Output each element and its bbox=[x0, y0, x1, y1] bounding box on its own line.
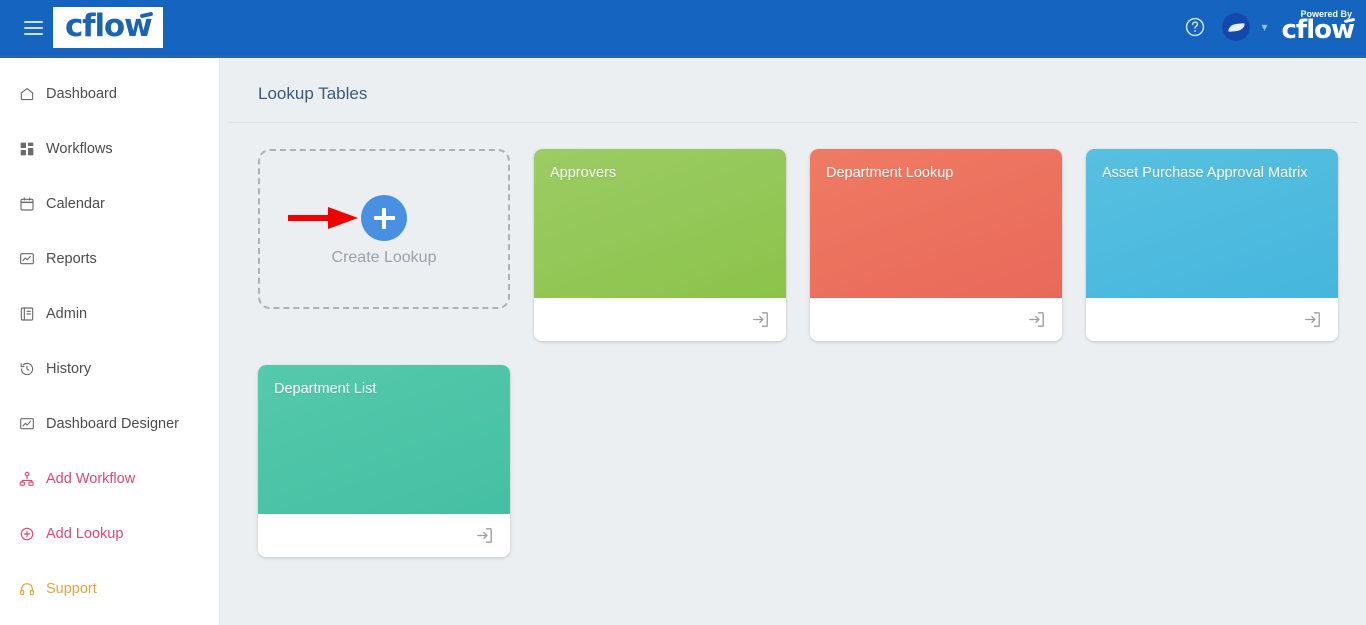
cflow-logo-text: cflow bbox=[65, 8, 153, 44]
help-circle-icon[interactable] bbox=[1178, 10, 1212, 44]
dashboard-designer-icon bbox=[18, 416, 35, 433]
create-lookup-label: Create Lookup bbox=[331, 249, 437, 266]
clock-history-icon bbox=[18, 361, 35, 378]
sidebar-item-label: Workflows bbox=[46, 141, 113, 157]
main-content-area: Lookup Tables Create Lookup Approvers De… bbox=[220, 58, 1366, 625]
sidebar-item-calendar[interactable]: Calendar bbox=[0, 186, 219, 222]
sidebar-item-dashboard-designer[interactable]: Dashboard Designer bbox=[0, 406, 219, 442]
sidebar-item-label: Add Workflow bbox=[46, 471, 136, 487]
open-in-icon[interactable] bbox=[1303, 310, 1322, 329]
lookup-card[interactable]: Department Lookup bbox=[810, 149, 1062, 341]
left-sidebar: Dashboard Workflows Calendar Reports Adm… bbox=[0, 58, 220, 625]
lookup-card-title: Asset Purchase Approval Matrix bbox=[1102, 165, 1308, 181]
top-header-bar: cflow ▾ Powered By cflow bbox=[0, 0, 1366, 58]
sidebar-item-label: Dashboard bbox=[46, 86, 117, 102]
hamburger-bar bbox=[23, 32, 43, 35]
sidebar-item-reports[interactable]: Reports bbox=[0, 241, 219, 277]
grid-squares-icon bbox=[18, 141, 35, 158]
page-title: Lookup Tables bbox=[228, 66, 1358, 123]
lookup-card-footer bbox=[534, 298, 786, 341]
sidebar-item-label: Calendar bbox=[46, 196, 105, 212]
plus-circle-icon[interactable] bbox=[361, 195, 407, 241]
home-icon bbox=[18, 86, 35, 103]
sidebar-item-label: Reports bbox=[46, 251, 97, 267]
hamburger-bar bbox=[23, 20, 43, 23]
lookup-tables-panel: Lookup Tables Create Lookup Approvers De… bbox=[228, 66, 1358, 617]
sidebar-item-admin[interactable]: Admin bbox=[0, 296, 219, 332]
lookup-card-footer bbox=[1086, 298, 1338, 341]
add-workflow-icon bbox=[18, 471, 35, 488]
lookup-card[interactable]: Approvers bbox=[534, 149, 786, 341]
lookup-card-title: Department Lookup bbox=[826, 165, 954, 181]
powered-by-cflow-logo[interactable]: Powered By cflow bbox=[1281, 10, 1358, 44]
sidebar-item-history[interactable]: History bbox=[0, 351, 219, 387]
lookup-card-footer bbox=[810, 298, 1062, 341]
sidebar-item-add-workflow[interactable]: Add Workflow bbox=[0, 461, 219, 497]
red-arrow-annotation bbox=[288, 207, 358, 229]
lookup-card-title: Department List bbox=[274, 381, 377, 397]
create-lookup-tile[interactable]: Create Lookup bbox=[258, 149, 510, 309]
calendar-icon bbox=[18, 196, 35, 213]
lookup-card[interactable]: Asset Purchase Approval Matrix bbox=[1086, 149, 1338, 341]
sidebar-item-dashboard[interactable]: Dashboard bbox=[0, 76, 219, 112]
book-admin-icon bbox=[18, 306, 35, 323]
chevron-down-icon[interactable]: ▾ bbox=[1261, 21, 1267, 33]
sidebar-item-workflows[interactable]: Workflows bbox=[0, 131, 219, 167]
powered-by-brand-text: cflow bbox=[1281, 15, 1355, 46]
lookup-card-body: Department List bbox=[258, 365, 510, 514]
lookup-card[interactable]: Department List bbox=[258, 365, 510, 557]
sidebar-item-add-lookup[interactable]: Add Lookup bbox=[0, 516, 219, 552]
hamburger-bar bbox=[23, 26, 43, 29]
lookup-card-body: Asset Purchase Approval Matrix bbox=[1086, 149, 1338, 298]
lookup-card-footer bbox=[258, 514, 510, 557]
add-lookup-icon bbox=[18, 526, 35, 543]
open-in-icon[interactable] bbox=[475, 526, 494, 545]
header-right-controls: ▾ Powered By cflow bbox=[1178, 10, 1366, 44]
sidebar-item-label: Support bbox=[46, 581, 97, 597]
sidebar-item-label: Admin bbox=[46, 306, 88, 322]
lookup-card-body: Approvers bbox=[534, 149, 786, 298]
open-in-icon[interactable] bbox=[1027, 310, 1046, 329]
cflow-logo[interactable]: cflow bbox=[53, 7, 164, 48]
lookup-card-body: Department Lookup bbox=[810, 149, 1062, 298]
sidebar-item-label: History bbox=[46, 361, 92, 377]
avatar-glyph bbox=[1227, 22, 1246, 33]
lookup-cards-grid: Create Lookup Approvers Department Looku… bbox=[228, 123, 1358, 557]
report-chart-icon bbox=[18, 251, 35, 268]
sidebar-item-support[interactable]: Support bbox=[0, 571, 219, 607]
create-lookup-plus-wrap bbox=[288, 195, 407, 241]
hamburger-menu-icon[interactable] bbox=[16, 11, 50, 45]
open-in-icon[interactable] bbox=[751, 310, 770, 329]
headset-support-icon bbox=[18, 581, 35, 598]
sidebar-item-label: Add Lookup bbox=[46, 526, 124, 542]
sidebar-item-label: Dashboard Designer bbox=[46, 416, 179, 432]
user-avatar[interactable] bbox=[1222, 13, 1251, 42]
lookup-card-title: Approvers bbox=[550, 165, 617, 181]
